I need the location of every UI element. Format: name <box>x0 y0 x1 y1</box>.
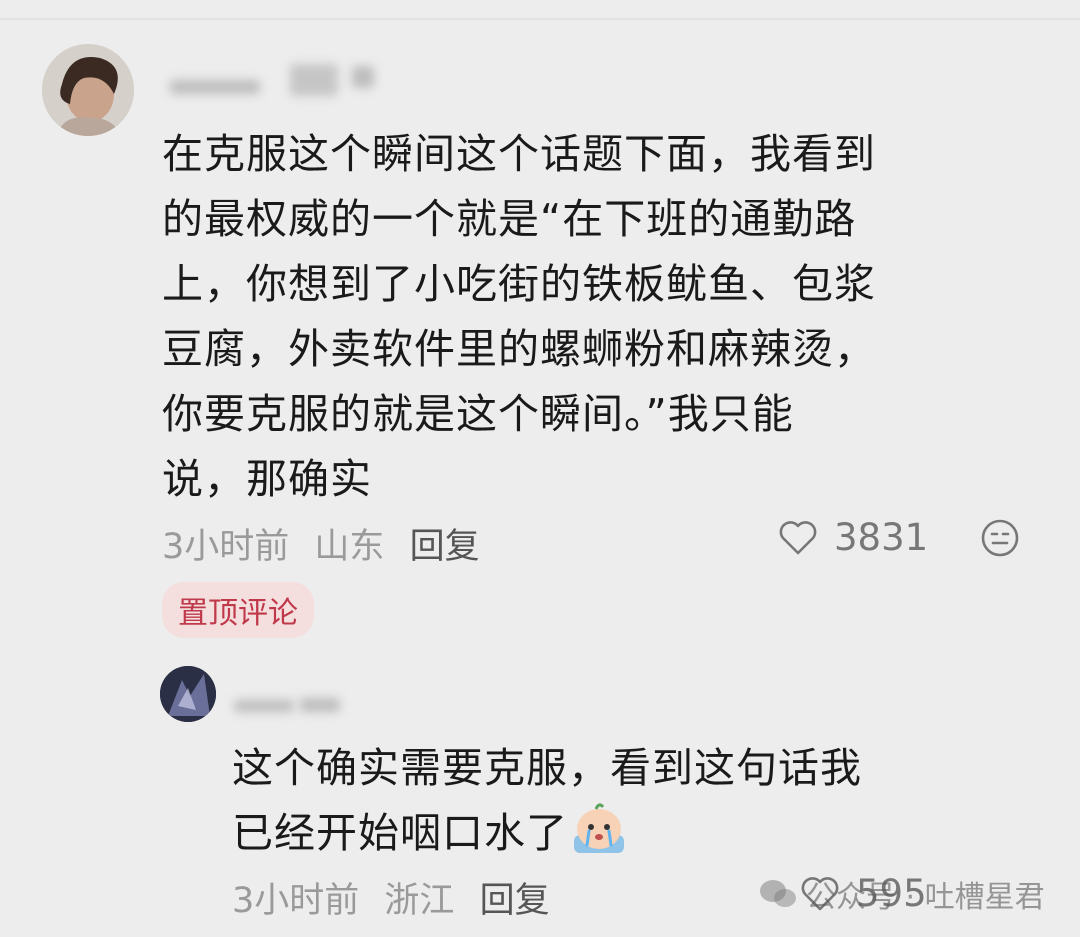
like-button[interactable]: 3831 <box>778 516 928 559</box>
username-blurred <box>234 700 294 712</box>
comment-location: 浙江 <box>384 881 455 921</box>
avatar[interactable] <box>42 44 134 136</box>
comment-location: 山东 <box>314 527 385 567</box>
username-blurred <box>352 66 374 88</box>
like-count: 3831 <box>834 516 929 559</box>
comment-text: 在克服这个瞬间这个话题下面，我看到 的最权威的一个就是“在下班的通勤路 上，你想… <box>162 130 876 503</box>
watermark-label: 公众号 · 吐槽星君 <box>806 880 1045 915</box>
comment-text: 这个确实需要克服，看到这句话我 已经开始咽口水了 <box>232 736 1032 866</box>
comment-time: 3小时前 <box>162 527 290 567</box>
reply-button[interactable]: 回复 <box>410 527 480 567</box>
face-icon[interactable] <box>980 518 1020 558</box>
top-divider <box>0 18 1080 20</box>
comment-meta: 3小时前 浙江 回复 <box>232 872 564 923</box>
crying-emoji-icon <box>574 803 624 853</box>
wechat-icon <box>760 880 796 907</box>
watermark: 公众号 · 吐槽星君 <box>758 872 1045 916</box>
pinned-badge: 置顶评论 <box>162 582 314 638</box>
username-blurred <box>290 64 338 96</box>
username-blurred <box>300 698 340 712</box>
heart-outline-icon <box>779 520 817 554</box>
comment-text-content: 这个确实需要克服，看到这句话我 已经开始咽口水了 <box>232 744 862 857</box>
username-blurred <box>170 80 260 94</box>
avatar[interactable] <box>160 666 216 722</box>
comment-meta: 3小时前 山东 回复 <box>162 518 494 569</box>
comment-time: 3小时前 <box>232 881 360 921</box>
reply-button[interactable]: 回复 <box>480 881 550 921</box>
